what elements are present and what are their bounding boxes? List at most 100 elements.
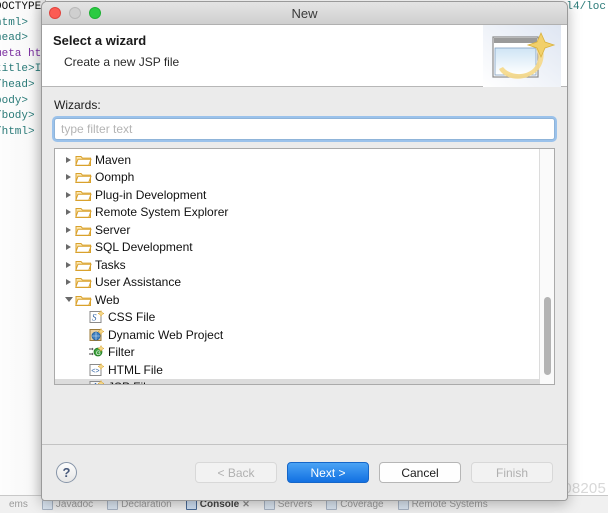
- code-line: head>: [0, 31, 45, 47]
- tree-item-label: Plug-in Development: [95, 187, 207, 202]
- back-button[interactable]: < Back: [195, 462, 277, 483]
- code-line: body>: [0, 94, 45, 110]
- code-text: meta ht: [0, 47, 42, 60]
- chevron-right-icon[interactable]: [62, 226, 75, 233]
- declaration-icon: [107, 499, 119, 510]
- tree-item-web[interactable]: Web: [55, 291, 539, 309]
- code-editor-pane[interactable]: DOCTYPE html> head> meta ht title>I /hea…: [0, 0, 46, 495]
- tree-item-user-assistance[interactable]: User Assistance: [55, 274, 539, 292]
- window-controls: [49, 7, 101, 19]
- tree-item-jsp-file[interactable]: JSP File: [55, 378, 539, 384]
- finish-button[interactable]: Finish: [471, 462, 553, 483]
- javadoc-icon: [41, 499, 53, 510]
- tree-item-label: Server: [95, 222, 131, 237]
- tree-item-css-file[interactable]: S CSS File: [55, 309, 539, 327]
- code-text: html>: [0, 16, 29, 29]
- tree-item-label: SQL Development: [95, 240, 193, 255]
- wizard-window-sparkle-icon: [483, 25, 561, 87]
- code-line: DOCTYPE: [0, 0, 45, 16]
- code-line: meta ht: [0, 47, 45, 63]
- filter-field-wrapper: [54, 118, 555, 140]
- wizard-banner: Select a wizard Create a new JSP file: [42, 25, 567, 87]
- code-text: body>: [0, 94, 29, 107]
- filter-input[interactable]: [54, 118, 555, 140]
- tree-scrollbar[interactable]: [539, 149, 554, 384]
- tree-item-label: CSS File: [108, 310, 156, 325]
- folder-open-icon: [75, 293, 92, 307]
- chevron-right-icon[interactable]: [62, 191, 75, 198]
- code-line: html>: [0, 16, 45, 32]
- tree-item-server[interactable]: Server: [55, 221, 539, 239]
- folder-icon: [75, 170, 92, 184]
- wizards-tree-list: Maven Oomph Plug-in Development Remote S…: [55, 149, 539, 384]
- tree-item-label: Web: [95, 292, 120, 307]
- tree-item-plug-in-development[interactable]: Plug-in Development: [55, 186, 539, 204]
- code-line: /head>: [0, 78, 45, 94]
- dynamic-web-project-icon: [88, 327, 105, 342]
- wizards-tree[interactable]: Maven Oomph Plug-in Development Remote S…: [54, 148, 555, 385]
- editor-path-fragment: l4/loc: [566, 1, 606, 13]
- wizard-nav-buttons: < Back Next > Cancel Finish: [195, 462, 553, 483]
- screenshot-root: DOCTYPE html> head> meta ht title>I /hea…: [0, 0, 608, 513]
- tree-item-oomph[interactable]: Oomph: [55, 169, 539, 187]
- css-file-icon: S: [88, 310, 105, 324]
- view-tab[interactable]: ems: [2, 499, 35, 510]
- jsp-file-icon: [88, 380, 105, 384]
- chevron-down-icon[interactable]: [62, 297, 75, 303]
- close-window-button[interactable]: [49, 7, 61, 19]
- console-icon: [185, 499, 197, 510]
- help-button[interactable]: ?: [56, 462, 77, 483]
- minimize-window-button[interactable]: [69, 7, 81, 19]
- tree-item-sql-development[interactable]: SQL Development: [55, 239, 539, 257]
- code-text: /html>: [0, 125, 35, 138]
- svg-text:<>: <>: [91, 368, 99, 376]
- tree-item-label: User Assistance: [95, 275, 182, 290]
- svg-text:G: G: [96, 351, 101, 357]
- code-text: head>: [0, 32, 29, 45]
- chevron-right-icon[interactable]: [62, 156, 75, 163]
- code-text: DOCTYPE: [0, 1, 42, 13]
- chevron-right-icon[interactable]: [62, 209, 75, 216]
- folder-icon: [75, 205, 92, 219]
- coverage-icon: [326, 499, 338, 510]
- code-line: /body>: [0, 109, 45, 125]
- remote-systems-icon: [397, 499, 409, 510]
- folder-icon: [75, 188, 92, 202]
- tree-item-html-file[interactable]: <> HTML File: [55, 361, 539, 379]
- cancel-button[interactable]: Cancel: [379, 462, 461, 483]
- folder-icon: [75, 240, 92, 254]
- chevron-right-icon[interactable]: [62, 244, 75, 251]
- tree-item-maven[interactable]: Maven: [55, 151, 539, 169]
- tree-item-filter[interactable]: G Filter: [55, 344, 539, 362]
- new-wizard-dialog: New Select a wizard Create a new JSP fil…: [41, 1, 568, 501]
- tree-item-label: Tasks: [95, 257, 126, 272]
- tree-item-dynamic-web-project[interactable]: Dynamic Web Project: [55, 326, 539, 344]
- dialog-title: New: [291, 6, 318, 21]
- next-button[interactable]: Next >: [287, 462, 369, 483]
- tree-item-label: Oomph: [95, 170, 135, 185]
- folder-icon: [75, 223, 92, 237]
- tree-item-label: Remote System Explorer: [95, 205, 229, 220]
- chevron-right-icon[interactable]: [62, 279, 75, 286]
- chevron-right-icon[interactable]: [62, 261, 75, 268]
- chevron-right-icon[interactable]: [62, 174, 75, 181]
- html-file-icon: <>: [88, 362, 105, 377]
- wizards-label: Wizards:: [54, 98, 101, 112]
- code-text: title>I: [0, 63, 42, 76]
- tree-item-remote-system-explorer[interactable]: Remote System Explorer: [55, 204, 539, 222]
- dialog-button-bar: ? < Back Next > Cancel Finish: [42, 444, 567, 500]
- dialog-titlebar[interactable]: New: [42, 2, 567, 25]
- folder-icon: [75, 275, 92, 289]
- code-text: /head>: [0, 78, 35, 91]
- folder-icon: [75, 153, 92, 167]
- view-tab-label: ems: [9, 499, 28, 510]
- tree-scrollbar-thumb[interactable]: [544, 297, 551, 375]
- tree-item-label: JSP File: [108, 380, 152, 384]
- folder-icon: [75, 258, 92, 272]
- tree-item-label: Dynamic Web Project: [108, 327, 224, 342]
- tree-item-label: Maven: [95, 152, 132, 167]
- tree-item-label: HTML File: [108, 362, 163, 377]
- maximize-window-button[interactable]: [89, 7, 101, 19]
- dialog-body: Wizards: Maven: [42, 87, 567, 444]
- tree-item-tasks[interactable]: Tasks: [55, 256, 539, 274]
